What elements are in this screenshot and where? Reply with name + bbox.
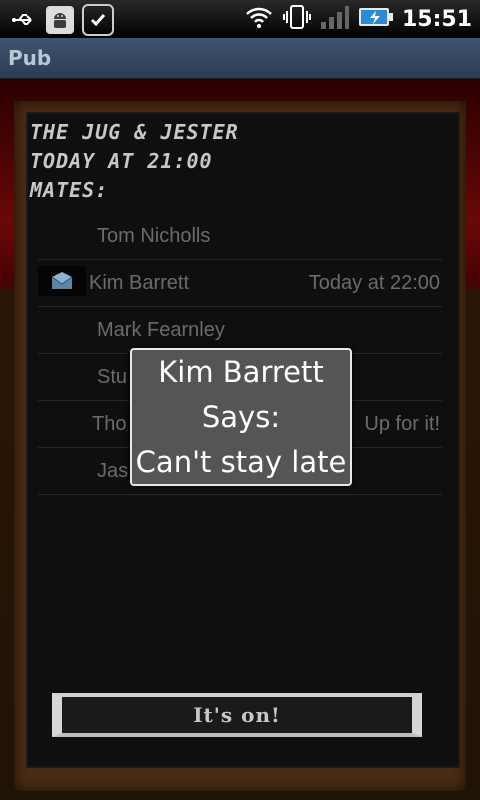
wifi-icon — [244, 5, 274, 33]
its-on-button[interactable]: It's on! — [52, 693, 422, 737]
mate-name: Mark Fearnley — [97, 319, 225, 341]
status-bar: 15:51 — [0, 0, 480, 38]
mate-name: Stu — [97, 366, 128, 388]
mate-row[interactable]: Kim Barrett Today at 22:00 — [38, 260, 442, 307]
battery-charging-icon — [358, 5, 394, 33]
toast-message: Can't stay late — [135, 445, 347, 479]
mate-status: Today at 22:00 — [308, 272, 440, 294]
app-title: Pub — [8, 46, 52, 70]
toast-says-label: Says: — [201, 400, 281, 434]
mate-name: Tho — [92, 413, 127, 435]
message-toast: Kim Barrett Says: Can't stay late — [130, 348, 352, 486]
event-time: Today at 21:00 — [30, 149, 213, 173]
mate-status: Up for it! — [364, 413, 440, 435]
clock: 15:51 — [401, 6, 472, 32]
mate-row[interactable]: Mark Fearnley — [38, 307, 442, 354]
vibrate-icon — [282, 4, 312, 34]
mates-label: Mates: — [30, 178, 109, 202]
usb-icon — [10, 6, 38, 34]
toast-sender: Kim Barrett — [158, 355, 324, 389]
mate-row[interactable]: Tom Nicholls — [38, 213, 442, 260]
mate-name: Jas — [97, 460, 129, 482]
checkmark-icon — [82, 4, 114, 36]
message-envelope-icon[interactable] — [38, 266, 86, 296]
app-title-bar: Pub — [0, 38, 480, 79]
signal-icon — [320, 4, 350, 34]
mate-name: Kim Barrett — [89, 272, 190, 294]
mate-name: Tom Nicholls — [97, 225, 211, 247]
android-debug-icon — [46, 6, 74, 34]
venue-name: The Jug & Jester — [30, 120, 239, 144]
